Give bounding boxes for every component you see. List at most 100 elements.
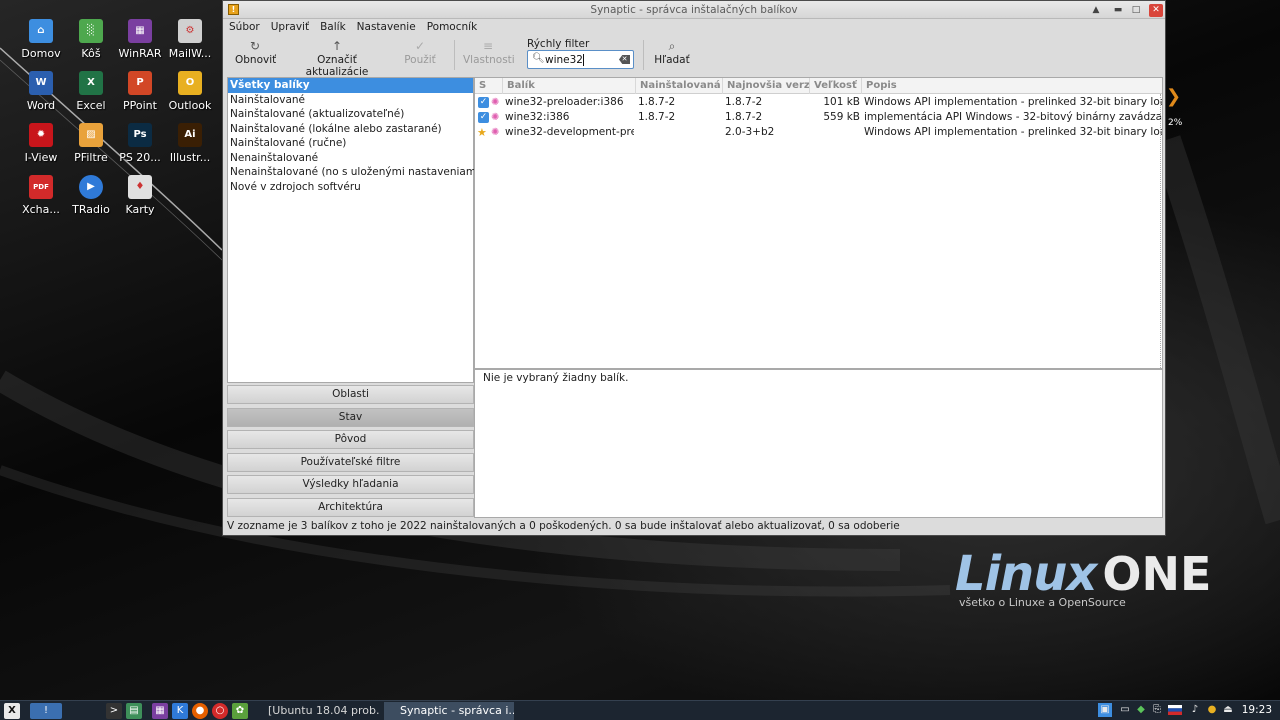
synaptic-launcher-icon[interactable]: ! xyxy=(30,703,62,719)
cell-description: Windows API implementation - prelinked 3… xyxy=(864,96,1162,108)
maximize-button[interactable]: □ xyxy=(1129,4,1143,17)
checkbox-checked-icon[interactable]: ✓ xyxy=(478,97,489,108)
package-support-icon: ✺ xyxy=(491,112,500,123)
eject-icon[interactable]: ⏏ xyxy=(1221,703,1235,717)
column-header[interactable]: Balík xyxy=(503,78,636,94)
vivaldi-icon[interactable]: ○ xyxy=(212,703,228,719)
filter-item[interactable]: Nové v zdrojoch softvéru xyxy=(228,180,473,195)
terminal-icon[interactable]: > xyxy=(106,703,122,719)
desktop-icon-label: PPoint xyxy=(123,99,157,112)
desktop-icon-ps-20[interactable]: Ps PS 20... xyxy=(115,120,165,172)
task-ubuntu-browser[interactable]: [Ubuntu 18.04 prob... xyxy=(252,702,380,720)
desktop-icon-k[interactable]: ░ Kôš xyxy=(66,16,116,68)
table-scroll-edge xyxy=(1160,94,1162,368)
keyboard-layout-flag-icon[interactable] xyxy=(1168,703,1182,717)
word-icon: W xyxy=(29,71,53,95)
desktop-icon-label: Karty xyxy=(125,203,155,216)
properties-label: Vlastnosti xyxy=(463,54,515,66)
desktop-icon-xcha[interactable]: PDF Xcha... xyxy=(16,172,66,224)
filter-group-button[interactable]: Používateľské filtre xyxy=(227,453,474,472)
display-icon[interactable]: ▭ xyxy=(1118,703,1132,717)
clip-icon[interactable]: ⎘ xyxy=(1150,703,1164,717)
filter-group-button[interactable]: Pôvod xyxy=(227,430,474,449)
winrar-launcher-icon[interactable]: ▦ xyxy=(152,703,168,719)
table-row[interactable]: ★✺wine32-development-preloader2.0-3+b2Wi… xyxy=(475,125,1162,140)
power-icon[interactable]: ● xyxy=(1205,703,1219,717)
apply-button[interactable]: ✓ Použiť xyxy=(403,38,437,66)
cell-name: wine32-development-preloader xyxy=(505,126,634,138)
task-synaptic[interactable]: Synaptic - správca i... xyxy=(384,702,514,720)
filter-item[interactable]: Nainštalované (ručne) xyxy=(228,136,473,151)
reload-button[interactable]: ↻ Obnoviť xyxy=(235,38,276,66)
menu-file[interactable]: Súbor xyxy=(223,19,265,33)
workspace-icon[interactable]: ▣ xyxy=(1098,703,1112,717)
minimize-button[interactable]: ▬ xyxy=(1111,4,1125,17)
filter-item[interactable]: Nainštalované xyxy=(228,93,473,108)
filter-item[interactable]: Nainštalované (lokálne alebo zastarané) xyxy=(228,122,473,137)
table-row[interactable]: ✓ ✺ wine32-preloader:i386 1.8.7-2 1.8.7-2 101… xyxy=(475,95,1162,110)
synaptic-window: ! Synaptic - správca inštalačných balíko… xyxy=(222,0,1166,536)
column-header[interactable]: Najnovšia verzia xyxy=(723,78,810,94)
filter-item[interactable]: Nainštalované (aktualizovateľné) xyxy=(228,107,473,122)
column-header[interactable]: Popis xyxy=(862,78,1162,94)
status-cell[interactable]: ★ ✺ xyxy=(475,125,503,140)
close-button[interactable]: ✕ xyxy=(1149,4,1163,17)
status-cell[interactable]: ✓ ✺ xyxy=(475,95,503,110)
column-header[interactable]: Nainštalovaná v xyxy=(636,78,723,94)
search-button[interactable]: ⌕ Hľadať xyxy=(653,38,691,66)
filter-item[interactable]: Všetky balíky xyxy=(228,78,473,93)
column-header[interactable]: Veľkosť xyxy=(810,78,862,94)
filter-group-button[interactable]: Oblasti xyxy=(227,385,474,404)
filter-item[interactable]: Nenainštalované (no s uloženými nastaven… xyxy=(228,165,483,180)
desktop-icon-mailw[interactable]: ⚙ MailW... xyxy=(165,16,215,68)
checkbox-checked-icon[interactable]: ✓ xyxy=(478,112,489,123)
properties-button[interactable]: ≡ Vlastnosti xyxy=(463,38,515,66)
filter-group-button[interactable]: Výsledky hľadania xyxy=(227,475,474,494)
filter-group-button[interactable]: Architektúra xyxy=(227,498,474,517)
desktop-icon-illustr[interactable]: Ai Illustr... xyxy=(165,120,215,172)
desktop-icon-word[interactable]: W Word xyxy=(16,68,66,120)
desktop-icon-winrar[interactable]: ▦ WinRAR xyxy=(115,16,165,68)
filter-item[interactable]: Nenainštalované xyxy=(228,151,473,166)
cell-size xyxy=(812,125,860,140)
pinwheel-icon[interactable]: ✿ xyxy=(232,703,248,719)
search-label: Hľadať xyxy=(654,54,690,66)
shade-button[interactable]: ▲ xyxy=(1089,4,1103,17)
menu-edit[interactable]: Upraviť xyxy=(265,19,314,33)
search-button-icon: ⌕ xyxy=(668,39,676,53)
clear-icon[interactable]: ✕ xyxy=(619,55,630,64)
file-manager-icon[interactable]: ▤ xyxy=(126,703,142,719)
reload-icon: ↻ xyxy=(249,39,261,53)
status-cell[interactable]: ✓ ✺ xyxy=(475,110,503,125)
window-titlebar[interactable]: ! Synaptic - správca inštalačných balíko… xyxy=(223,1,1165,19)
quick-filter-input[interactable]: 🔍︎ wine32 ✕ xyxy=(527,50,634,69)
volume-icon[interactable]: ♪ xyxy=(1188,703,1202,717)
mark-upgrades-label: Označiť aktualizácie xyxy=(305,54,369,78)
menu-package[interactable]: Balík xyxy=(314,19,351,33)
cell-size: 101 kB xyxy=(823,96,860,108)
filter-group-button[interactable]: Stav xyxy=(227,408,474,427)
desktop-icon-excel[interactable]: X Excel xyxy=(66,68,116,120)
photoshop-icon: Ps xyxy=(128,123,152,147)
desktop-icon-domov[interactable]: ⌂ Domov xyxy=(16,16,66,68)
desktop-icon-karty[interactable]: ♦ Karty xyxy=(115,172,165,224)
firefox-icon[interactable]: ● xyxy=(192,703,208,719)
menu-help[interactable]: Pomocník xyxy=(421,19,482,33)
update-notifier-icon[interactable]: ◆ xyxy=(1134,703,1148,717)
desktop-icon-outlook[interactable]: O Outlook xyxy=(165,68,215,120)
properties-icon: ≡ xyxy=(482,39,494,53)
desktop-icon-ppoint[interactable]: P PPoint xyxy=(115,68,165,120)
text-caret xyxy=(583,54,584,66)
kde-connect-icon[interactable]: K xyxy=(172,703,188,719)
desktop-icon-pfiltre[interactable]: ▨ PFiltre xyxy=(66,120,116,172)
menu-settings[interactable]: Nastavenie xyxy=(351,19,421,33)
table-row[interactable]: ✓ ✺ wine32:i386 1.8.7-2 1.8.7-2 559 kB impleme… xyxy=(475,110,1162,125)
clock[interactable]: 19:23 xyxy=(1242,704,1272,716)
mark-upgrades-button[interactable]: ↑ Označiť aktualizácie xyxy=(289,38,385,78)
desktop-icon-tradio[interactable]: ▶ TRadio xyxy=(66,172,116,224)
desktop-icon-i-view[interactable]: ✹ I-View xyxy=(16,120,66,172)
cell-installed: 1.8.7-2 xyxy=(638,111,676,123)
pdf-icon: PDF xyxy=(29,175,53,199)
xfce-menu-icon[interactable]: X xyxy=(4,703,20,719)
column-header[interactable]: S xyxy=(475,78,503,94)
